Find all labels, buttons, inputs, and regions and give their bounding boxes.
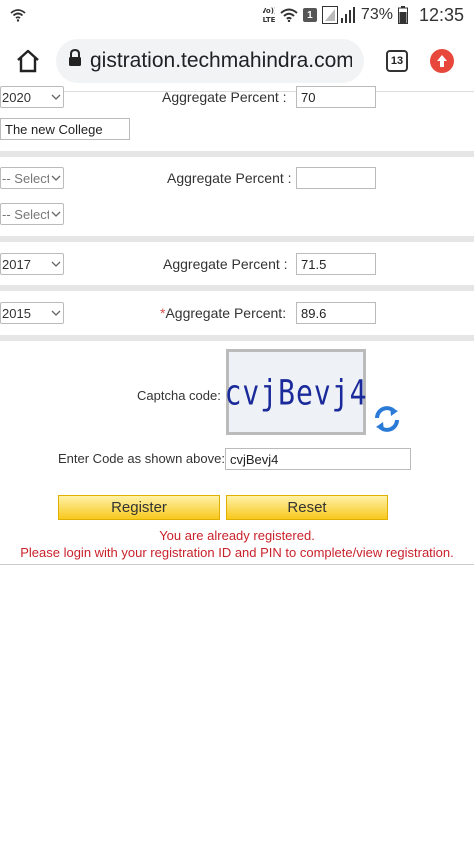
reset-button[interactable]: Reset: [226, 495, 388, 520]
chevron-down-icon: [49, 302, 63, 324]
svg-text:LTE: LTE: [263, 16, 275, 24]
year-select-value: 2015: [2, 305, 31, 321]
aggregate-percent-label: Aggregate Percent :: [162, 89, 287, 105]
aggregate-percent-input[interactable]: [296, 167, 376, 189]
section-divider: [0, 151, 474, 157]
year-select[interactable]: -- Select: [0, 203, 64, 225]
section-divider: [0, 335, 474, 341]
battery-icon: [397, 6, 408, 24]
year-select-value: -- Select: [2, 170, 49, 186]
aggregate-percent-label: *Aggregate Percent:: [160, 305, 286, 321]
education-row-1: 2020 Aggregate Percent : 70: [0, 86, 474, 112]
aggregate-percent-input[interactable]: 71.5: [296, 253, 376, 275]
chevron-down-icon: [49, 203, 63, 225]
url-text: gistration.techmahindra.com: [90, 48, 352, 72]
chevron-down-icon: [49, 167, 63, 189]
education-row-2: -- Select Aggregate Percent :: [0, 167, 474, 193]
clock: 12:35: [418, 4, 464, 25]
status-bar: Vo))LTE 1 73% 12:35: [0, 0, 474, 30]
year-select-value: 2020: [2, 89, 31, 105]
register-button[interactable]: Register: [58, 495, 220, 520]
aggregate-percent-label: Aggregate Percent :: [167, 170, 292, 186]
enter-code-label: Enter Code as shown above:: [58, 451, 225, 466]
section-divider: [0, 285, 474, 291]
aggregate-percent-label: Aggregate Percent :: [163, 256, 288, 272]
browser-toolbar: gistration.techmahindra.com 13: [0, 30, 474, 92]
captcha-text: cvjBevj4: [224, 371, 368, 413]
home-button[interactable]: [10, 43, 46, 79]
aggregate-percent-label-text: Aggregate Percent:: [165, 305, 287, 321]
tab-switcher-button[interactable]: 13: [386, 49, 408, 72]
chevron-down-icon: [49, 86, 63, 108]
bottom-divider: [0, 564, 474, 565]
signal-icon: [321, 6, 356, 24]
error-message-line-1: You are already registered.: [159, 528, 315, 543]
wifi-calling-icon: [10, 8, 26, 22]
aggregate-percent-input[interactable]: 70: [296, 86, 376, 108]
college-input[interactable]: The new College: [0, 118, 130, 140]
update-arrow-icon[interactable]: [430, 48, 454, 73]
year-select[interactable]: -- Select: [0, 167, 64, 189]
year-select[interactable]: 2020: [0, 86, 64, 108]
lock-icon: [68, 48, 82, 72]
year-select-value: 2017: [2, 256, 31, 272]
education-row-5: 2015 *Aggregate Percent: 89.6: [0, 302, 474, 328]
year-select[interactable]: 2015: [0, 302, 64, 324]
home-icon: [17, 49, 39, 72]
captcha-code-input[interactable]: cvjBevj4: [225, 448, 411, 470]
volte-icon: Vo))LTE: [263, 5, 275, 25]
error-message-line-2: Please login with your registration ID a…: [20, 545, 454, 560]
captcha-label: Captcha code:: [137, 388, 221, 403]
aggregate-percent-input[interactable]: 89.6: [296, 302, 376, 324]
svg-text:Vo)): Vo)): [263, 7, 275, 15]
education-row-4: 2017 Aggregate Percent : 71.5: [0, 253, 474, 279]
year-select-value: -- Select: [2, 206, 49, 222]
education-row-3: -- Select: [0, 203, 474, 229]
chevron-down-icon: [49, 253, 63, 275]
battery-percent: 73%: [360, 6, 393, 23]
year-select[interactable]: 2017: [0, 253, 64, 275]
refresh-captcha-icon[interactable]: [372, 404, 402, 434]
wifi-icon: [280, 8, 298, 22]
sim-badge: 1: [302, 8, 317, 22]
section-divider: [0, 236, 474, 242]
url-bar[interactable]: gistration.techmahindra.com: [56, 38, 364, 83]
captcha-image: cvjBevj4: [224, 349, 368, 435]
